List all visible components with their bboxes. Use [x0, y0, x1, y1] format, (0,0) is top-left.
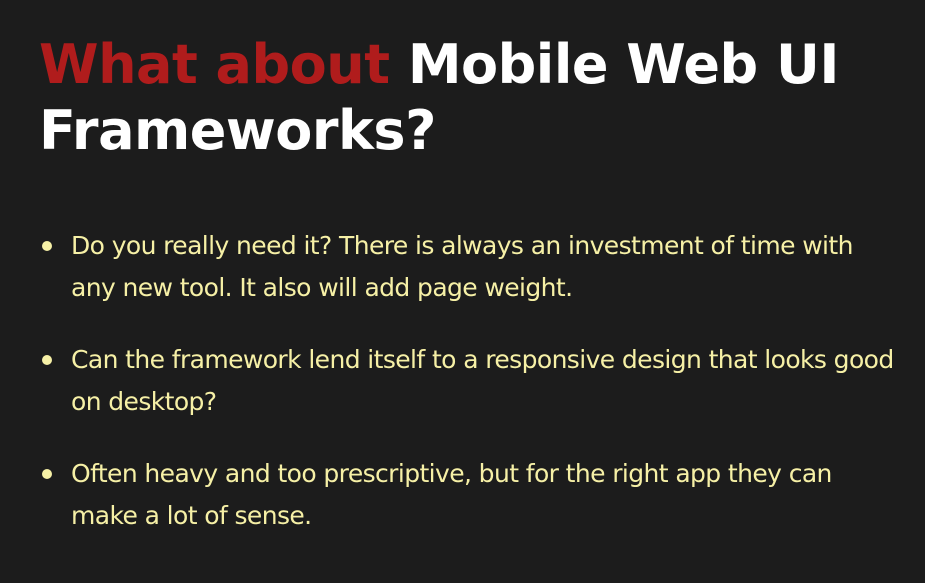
title-accent-text: What about	[39, 33, 390, 96]
bullet-text: Can the framework lend itself to a respo…	[71, 345, 894, 416]
bullet-item: Do you really need it? There is always a…	[40, 225, 900, 309]
bullet-item: Often heavy and too prescriptive, but fo…	[40, 453, 900, 537]
bullet-item: Can the framework lend itself to a respo…	[40, 339, 900, 423]
bullet-dot-icon	[42, 241, 52, 251]
slide-title: What about Mobile Web UI Frameworks?	[39, 32, 899, 164]
bullet-text: Often heavy and too prescriptive, but fo…	[71, 459, 832, 530]
slide: What about Mobile Web UI Frameworks? Do …	[0, 0, 925, 583]
bullet-dot-icon	[42, 469, 52, 479]
bullet-dot-icon	[42, 355, 52, 365]
bullet-list: Do you really need it? There is always a…	[40, 225, 900, 567]
bullet-text: Do you really need it? There is always a…	[71, 231, 853, 302]
